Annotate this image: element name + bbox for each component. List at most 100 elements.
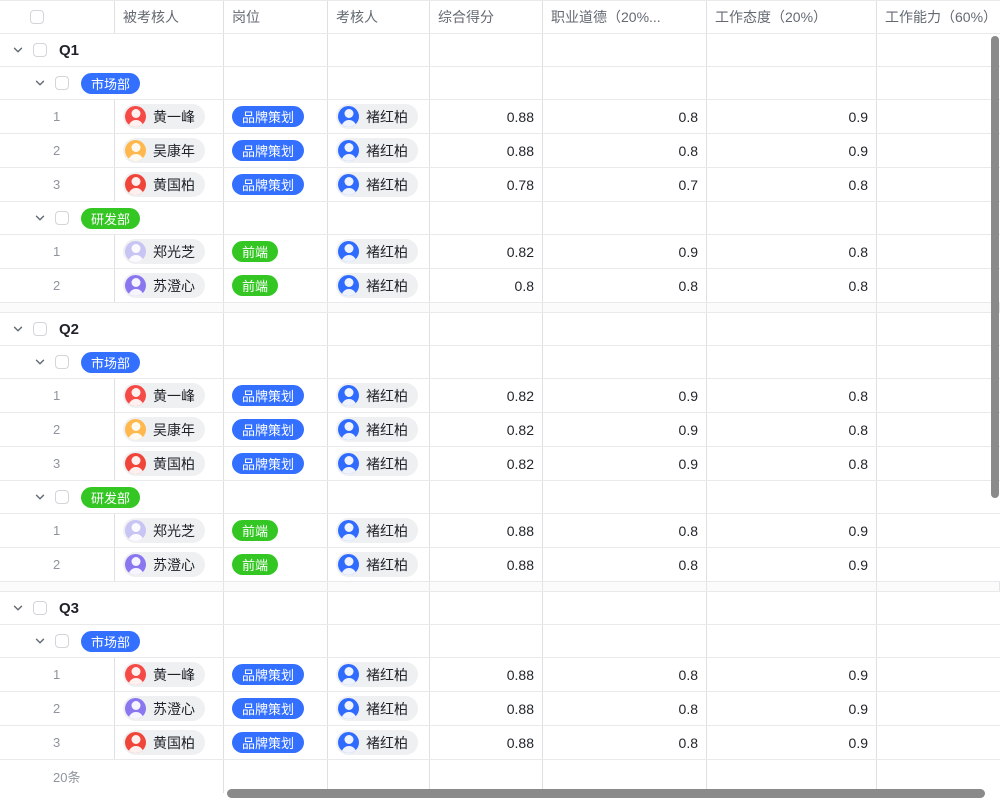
- ability-score-cell[interactable]: [877, 726, 1000, 759]
- row-index-cell[interactable]: 3: [0, 447, 115, 480]
- assessor-cell[interactable]: 褚红柏: [328, 235, 430, 268]
- ability-score-cell[interactable]: [877, 379, 1000, 412]
- attitude-score-cell[interactable]: 0.9: [707, 134, 877, 167]
- ethics-score-cell[interactable]: 0.8: [543, 726, 707, 759]
- assessor-cell[interactable]: 褚红柏: [328, 658, 430, 691]
- subgroup-header-cell[interactable]: 研发部: [0, 481, 224, 513]
- column-header-composite-score[interactable]: 综合得分: [430, 1, 543, 33]
- ethics-score-cell[interactable]: 0.8: [543, 658, 707, 691]
- assessor-cell[interactable]: 褚红柏: [328, 100, 430, 133]
- position-cell[interactable]: 前端: [224, 235, 328, 268]
- assessor-cell[interactable]: 褚红柏: [328, 447, 430, 480]
- group-header-cell[interactable]: Q3: [0, 592, 224, 624]
- position-cell[interactable]: 前端: [224, 514, 328, 547]
- ethics-score-cell[interactable]: 0.8: [543, 514, 707, 547]
- composite-score-cell[interactable]: 0.88: [430, 548, 543, 581]
- ability-score-cell[interactable]: [877, 692, 1000, 725]
- assessee-cell[interactable]: 黄国柏: [115, 168, 224, 201]
- horizontal-scrollbar-thumb[interactable]: [227, 789, 985, 798]
- column-header-attitude[interactable]: 工作态度（20%）: [707, 1, 877, 33]
- row-index-cell[interactable]: 3: [0, 168, 115, 201]
- assessee-cell[interactable]: 黄一峰: [115, 658, 224, 691]
- attitude-score-cell[interactable]: 0.8: [707, 235, 877, 268]
- ability-score-cell[interactable]: [877, 413, 1000, 446]
- row-index-cell[interactable]: 2: [0, 692, 115, 725]
- attitude-score-cell[interactable]: 0.9: [707, 548, 877, 581]
- attitude-score-cell[interactable]: 0.8: [707, 269, 877, 302]
- ability-score-cell[interactable]: [877, 168, 1000, 201]
- ability-score-cell[interactable]: [877, 235, 1000, 268]
- row-index-cell[interactable]: 1: [0, 235, 115, 268]
- row-index-cell[interactable]: 2: [0, 134, 115, 167]
- column-header-ethics[interactable]: 职业道德（20%...: [543, 1, 707, 33]
- composite-score-cell[interactable]: 0.78: [430, 168, 543, 201]
- assessor-cell[interactable]: 褚红柏: [328, 726, 430, 759]
- position-cell[interactable]: 品牌策划: [224, 100, 328, 133]
- column-header-assessor[interactable]: 考核人: [328, 1, 430, 33]
- position-cell[interactable]: 品牌策划: [224, 413, 328, 446]
- chevron-down-icon[interactable]: [11, 322, 25, 336]
- chevron-down-icon[interactable]: [33, 76, 47, 90]
- vertical-scrollbar-thumb[interactable]: [991, 36, 999, 498]
- composite-score-cell[interactable]: 0.82: [430, 379, 543, 412]
- ability-score-cell[interactable]: [877, 514, 1000, 547]
- composite-score-cell[interactable]: 0.82: [430, 235, 543, 268]
- chevron-down-icon[interactable]: [11, 43, 25, 57]
- column-header-ability[interactable]: 工作能力（60%）: [877, 1, 1000, 33]
- composite-score-cell[interactable]: 0.82: [430, 413, 543, 446]
- composite-score-cell[interactable]: 0.88: [430, 100, 543, 133]
- row-checkbox[interactable]: [33, 43, 47, 57]
- row-index-cell[interactable]: 3: [0, 726, 115, 759]
- select-all-checkbox[interactable]: [30, 10, 44, 24]
- assessee-cell[interactable]: 郑光芝: [115, 514, 224, 547]
- ethics-score-cell[interactable]: 0.7: [543, 168, 707, 201]
- ethics-score-cell[interactable]: 0.9: [543, 379, 707, 412]
- attitude-score-cell[interactable]: 0.9: [707, 514, 877, 547]
- assessee-cell[interactable]: 黄国柏: [115, 726, 224, 759]
- ability-score-cell[interactable]: [877, 447, 1000, 480]
- position-cell[interactable]: 品牌策划: [224, 726, 328, 759]
- column-header-position[interactable]: 岗位: [224, 1, 328, 33]
- position-cell[interactable]: 前端: [224, 269, 328, 302]
- position-cell[interactable]: 品牌策划: [224, 379, 328, 412]
- row-checkbox[interactable]: [55, 211, 69, 225]
- assessee-cell[interactable]: 吴康年: [115, 413, 224, 446]
- group-header-cell[interactable]: Q1: [0, 34, 224, 66]
- position-cell[interactable]: 品牌策划: [224, 134, 328, 167]
- position-cell[interactable]: 品牌策划: [224, 168, 328, 201]
- assessee-cell[interactable]: 郑光芝: [115, 235, 224, 268]
- ability-score-cell[interactable]: [877, 548, 1000, 581]
- row-checkbox[interactable]: [55, 76, 69, 90]
- assessee-cell[interactable]: 黄国柏: [115, 447, 224, 480]
- assessee-cell[interactable]: 黄一峰: [115, 379, 224, 412]
- assessor-cell[interactable]: 褚红柏: [328, 269, 430, 302]
- chevron-down-icon[interactable]: [11, 601, 25, 615]
- assessee-cell[interactable]: 苏澄心: [115, 548, 224, 581]
- assessee-cell[interactable]: 吴康年: [115, 134, 224, 167]
- ethics-score-cell[interactable]: 0.9: [543, 447, 707, 480]
- attitude-score-cell[interactable]: 0.8: [707, 168, 877, 201]
- row-checkbox[interactable]: [55, 634, 69, 648]
- position-cell[interactable]: 前端: [224, 548, 328, 581]
- ability-score-cell[interactable]: [877, 100, 1000, 133]
- subgroup-header-cell[interactable]: 研发部: [0, 202, 224, 234]
- ability-score-cell[interactable]: [877, 269, 1000, 302]
- chevron-down-icon[interactable]: [33, 211, 47, 225]
- row-index-cell[interactable]: 1: [0, 100, 115, 133]
- subgroup-header-cell[interactable]: 市场部: [0, 346, 224, 378]
- subgroup-header-cell[interactable]: 市场部: [0, 67, 224, 99]
- row-checkbox[interactable]: [55, 490, 69, 504]
- row-checkbox[interactable]: [33, 322, 47, 336]
- assessor-cell[interactable]: 褚红柏: [328, 514, 430, 547]
- ethics-score-cell[interactable]: 0.9: [543, 413, 707, 446]
- ability-score-cell[interactable]: [877, 658, 1000, 691]
- position-cell[interactable]: 品牌策划: [224, 692, 328, 725]
- ethics-score-cell[interactable]: 0.8: [543, 100, 707, 133]
- assessor-cell[interactable]: 褚红柏: [328, 379, 430, 412]
- attitude-score-cell[interactable]: 0.8: [707, 447, 877, 480]
- column-header-assessee[interactable]: 被考核人: [115, 1, 224, 33]
- assessor-cell[interactable]: 褚红柏: [328, 413, 430, 446]
- composite-score-cell[interactable]: 0.88: [430, 726, 543, 759]
- chevron-down-icon[interactable]: [33, 490, 47, 504]
- composite-score-cell[interactable]: 0.8: [430, 269, 543, 302]
